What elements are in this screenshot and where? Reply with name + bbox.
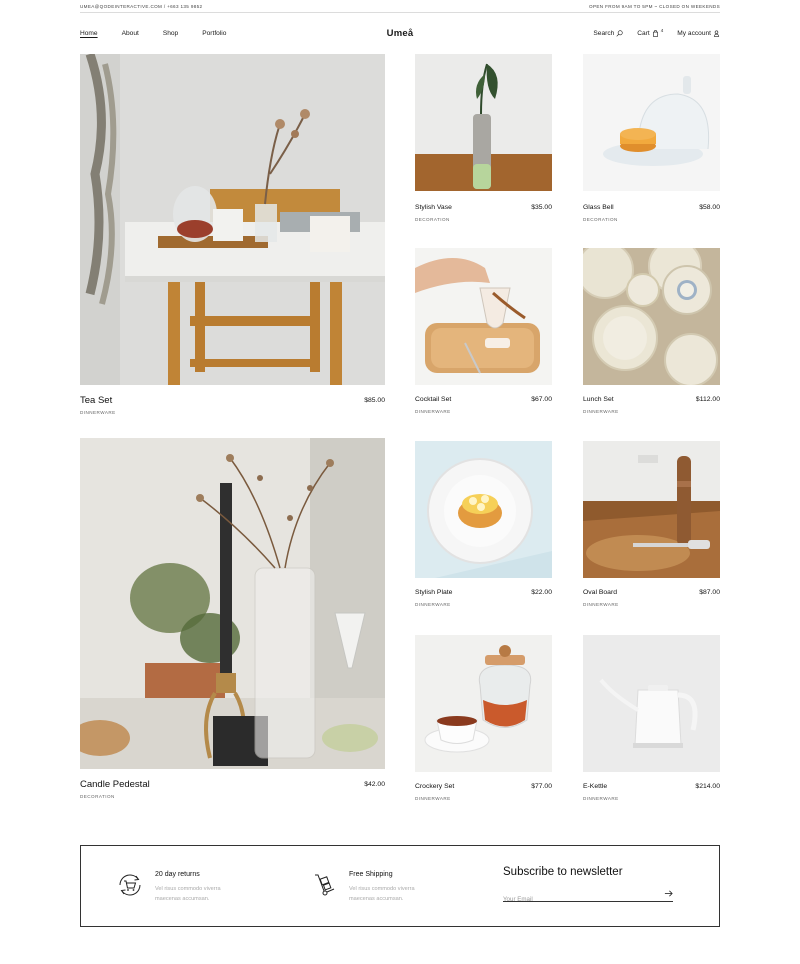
product-image[interactable]	[415, 635, 552, 772]
product-card: E-Kettle $214.00 DINNERWARE	[583, 635, 720, 805]
product-price: $87.00	[699, 589, 720, 596]
product-image[interactable]	[415, 441, 552, 578]
product-title[interactable]: Lunch Set	[583, 396, 614, 403]
feature-title: 20 day returns	[155, 871, 200, 878]
product-image[interactable]	[415, 248, 552, 385]
nav-shop[interactable]: Shop	[163, 30, 178, 37]
nav-portfolio[interactable]: Portfolio	[202, 30, 226, 37]
nav-about[interactable]: About	[122, 30, 139, 37]
newsletter-title: Subscribe to newsletter	[503, 866, 623, 878]
product-title[interactable]: Candle Pedestal	[80, 779, 150, 790]
email-input[interactable]	[503, 896, 653, 903]
feature-shipping: Free Shipping Vel risus commodo viverra …	[310, 871, 439, 904]
arrow-right-icon[interactable]	[664, 889, 673, 898]
product-category[interactable]: DINNERWARE	[415, 409, 451, 414]
product-price: $77.00	[531, 783, 552, 790]
product-category[interactable]: DINNERWARE	[80, 410, 116, 415]
search-label: Search	[593, 29, 615, 37]
product-card: Cocktail Set $67.00 DINNERWARE	[415, 248, 552, 418]
product-card: Lunch Set $112.00 DINNERWARE	[583, 248, 720, 418]
product-price: $214.00	[695, 783, 720, 790]
product-image[interactable]	[583, 635, 720, 772]
cart-button[interactable]: Cart 4	[637, 27, 664, 37]
site-logo[interactable]: Umeå	[387, 28, 414, 39]
product-title[interactable]: Tea Set	[80, 395, 112, 406]
product-image[interactable]	[80, 438, 385, 769]
candle-pedestal-photo	[80, 438, 385, 769]
product-category[interactable]: DINNERWARE	[583, 602, 619, 607]
glass-bell-photo	[583, 54, 720, 191]
product-title[interactable]: Crockery Set	[415, 783, 454, 790]
product-card: Glass Bell $58.00 DECORATION	[583, 54, 720, 224]
product-price: $67.00	[531, 396, 552, 403]
cocktail-photo	[415, 248, 552, 385]
account-label: My account	[677, 29, 711, 37]
product-title[interactable]: Glass Bell	[583, 204, 614, 211]
product-image[interactable]	[415, 54, 552, 191]
hand-truck-icon	[315, 874, 335, 896]
product-category[interactable]: DECORATION	[583, 217, 618, 222]
cart-return-icon	[119, 874, 141, 896]
lunch-set-photo	[583, 248, 720, 385]
plate-photo	[415, 441, 552, 578]
vase-photo	[415, 54, 552, 191]
product-category[interactable]: DINNERWARE	[415, 796, 451, 801]
product-title[interactable]: Cocktail Set	[415, 396, 451, 403]
account-button[interactable]: My account	[677, 30, 720, 37]
product-title[interactable]: Oval Board	[583, 589, 617, 596]
newsletter-form: Subscribe to newsletter	[503, 866, 673, 903]
product-card: Stylish Plate $22.00 DINNERWARE	[415, 441, 552, 611]
product-card: Candle Pedestal $42.00 DECORATION	[80, 438, 385, 803]
product-price: $112.00	[695, 396, 720, 403]
feature-returns: 20 day returns Vel risus commodo viverra…	[116, 871, 245, 904]
user-icon	[713, 30, 720, 37]
nav-home[interactable]: Home	[80, 30, 98, 37]
product-price: $42.00	[364, 781, 385, 788]
product-category[interactable]: DECORATION	[415, 217, 450, 222]
opening-hours: OPEN FROM 9AM TO 5PM ~ CLOSED ON WEEKEND…	[589, 3, 720, 9]
product-category[interactable]: DINNERWARE	[583, 409, 619, 414]
product-card: Oval Board $87.00 DINNERWARE	[583, 441, 720, 611]
product-title[interactable]: Stylish Vase	[415, 204, 452, 211]
product-card: Stylish Vase $35.00 DECORATION	[415, 54, 552, 224]
features-box: 20 day returns Vel risus commodo viverra…	[80, 845, 720, 927]
oval-board-photo	[583, 441, 720, 578]
product-category[interactable]: DECORATION	[80, 794, 115, 799]
product-price: $35.00	[531, 204, 552, 211]
tea-set-photo	[80, 54, 385, 385]
product-image[interactable]	[583, 54, 720, 191]
product-category[interactable]: DINNERWARE	[415, 602, 451, 607]
main-nav: Home About Shop Portfolio	[80, 30, 250, 37]
top-bar: UMEA@QODEINTERACTIVE.COM / +663 135 9852…	[80, 0, 720, 13]
shopping-bag-icon	[652, 29, 658, 37]
header: Home About Shop Portfolio Umeå Search Ca…	[80, 23, 720, 43]
product-price: $22.00	[531, 589, 552, 596]
product-price: $58.00	[699, 204, 720, 211]
kettle-photo	[583, 635, 720, 772]
product-price: $85.00	[364, 397, 385, 404]
contact-info[interactable]: UMEA@QODEINTERACTIVE.COM / +663 135 9852	[80, 4, 202, 9]
product-title[interactable]: Stylish Plate	[415, 589, 452, 596]
product-category[interactable]: DINNERWARE	[583, 796, 619, 801]
product-card: Tea Set $85.00 DINNERWARE	[80, 54, 385, 415]
product-image[interactable]	[583, 248, 720, 385]
product-image[interactable]	[583, 441, 720, 578]
feature-description: Vel risus commodo viverra maecenas accum…	[155, 886, 221, 902]
cart-count: 4	[660, 27, 664, 33]
search-icon	[616, 29, 623, 37]
feature-title: Free Shipping	[349, 871, 393, 878]
search-button[interactable]: Search	[593, 30, 623, 37]
product-title[interactable]: E-Kettle	[583, 783, 607, 790]
product-image[interactable]	[80, 54, 385, 385]
product-card: Crockery Set $77.00 DINNERWARE	[415, 635, 552, 805]
feature-description: Vel risus commodo viverra maecenas accum…	[349, 886, 415, 902]
cart-label: Cart	[637, 29, 650, 37]
crockery-photo	[415, 635, 552, 772]
